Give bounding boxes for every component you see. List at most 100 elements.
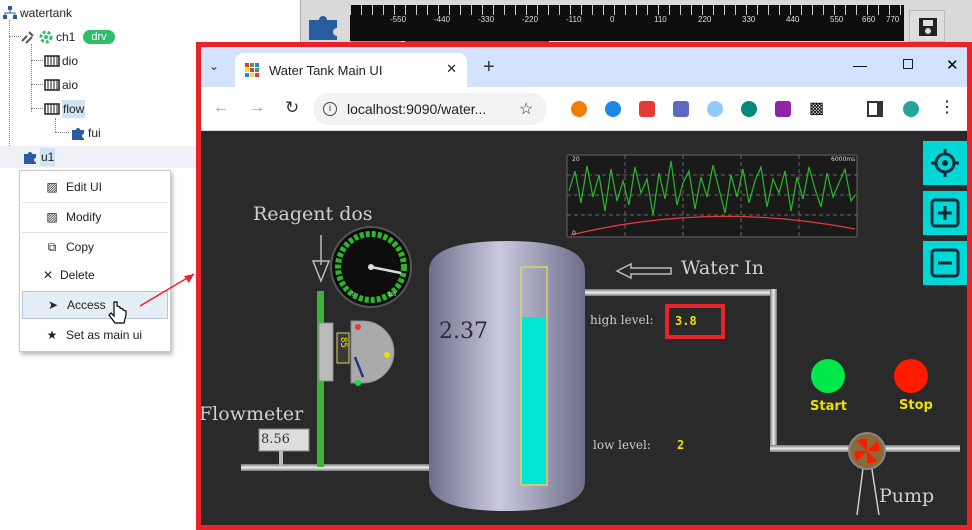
window-close-icon[interactable]: ✕	[946, 56, 959, 74]
ruler-ticks	[350, 5, 904, 15]
tank-value: 2.37	[439, 319, 488, 344]
flowmeter-pipe	[241, 464, 441, 471]
reagent-label: Reagent dos	[253, 203, 373, 225]
tree-node-dio[interactable]: dio	[44, 50, 78, 72]
extension-icon[interactable]	[775, 101, 791, 117]
ruler-label: 220	[698, 15, 712, 24]
hierarchy-icon	[2, 5, 18, 21]
extension-icon[interactable]	[571, 101, 587, 117]
ruler-label: 660	[862, 15, 876, 24]
ruler: -550 -440 -330 -220 -110 0 110 220 330 4…	[350, 5, 904, 41]
extension-icon[interactable]	[639, 101, 655, 117]
puzzle-icon	[70, 125, 86, 141]
star-icon: ★	[46, 328, 58, 342]
tree-label: aio	[62, 78, 79, 92]
profile-avatar[interactable]	[903, 101, 919, 117]
tree-node-fui[interactable]: fui	[70, 122, 101, 144]
menu-item-modify[interactable]: ▨ Modify	[22, 203, 168, 231]
flowmeter-value: 8.56	[261, 432, 290, 447]
zoom-in-button[interactable]	[923, 191, 967, 235]
low-level-label: low level:	[593, 438, 651, 452]
tree-label: dio	[62, 54, 79, 68]
ruler-label: -220	[522, 15, 539, 24]
info-icon[interactable]: i	[323, 102, 337, 116]
valve-dial	[350, 320, 395, 384]
pointer-arrow-annotation	[139, 273, 195, 307]
link-icon	[20, 29, 36, 45]
tree-node-flow[interactable]: flow	[44, 98, 86, 120]
scada-canvas: 0 100 Reagent dos Water In Flowmeter 8.5…	[201, 131, 967, 525]
valve-led-green	[355, 380, 361, 386]
device-icon	[44, 77, 60, 93]
more-menu-icon[interactable]: ⋮	[939, 97, 955, 117]
extension-icon[interactable]	[605, 101, 621, 117]
locate-button[interactable]	[923, 141, 967, 185]
device-icon	[44, 101, 60, 117]
scada-diagram	[241, 154, 960, 516]
context-menu: ▨ Edit UI ▨ Modify ⧉ Copy ✕ Delete ➤ Acc…	[19, 170, 171, 352]
minimize-icon[interactable]: —	[853, 57, 867, 73]
tree-node-aio[interactable]: aio	[44, 74, 78, 96]
menu-item-edit-ui[interactable]: ▨ Edit UI	[22, 173, 168, 201]
menu-item-label: Delete	[60, 268, 95, 282]
gear-icon	[38, 29, 54, 45]
driver-badge: drv	[83, 30, 115, 44]
ruler-label: 770	[886, 15, 900, 24]
bookmark-star-icon[interactable]: ☆	[519, 99, 533, 119]
puzzle-icon	[22, 149, 38, 165]
flowmeter-label: Flowmeter	[201, 403, 304, 425]
zoom-out-button[interactable]	[923, 241, 967, 285]
puzzle-icon: ▨	[46, 180, 58, 194]
inlet-pipe-vertical	[770, 289, 777, 449]
tree-node-ch1[interactable]: ch1 drv	[20, 26, 115, 48]
close-icon: ✕	[42, 268, 54, 282]
new-tab-icon[interactable]: +	[483, 56, 495, 79]
ruler-label: -330	[478, 15, 495, 24]
back-icon[interactable]: ←	[213, 99, 229, 117]
ruler-label: 440	[786, 15, 800, 24]
tree-label: flow	[62, 100, 86, 118]
menu-item-copy[interactable]: ⧉ Copy	[22, 233, 168, 261]
url-text: localhost:9090/water...	[347, 101, 487, 117]
ruler-label: -110	[566, 15, 582, 24]
left-arrow-icon	[615, 262, 672, 280]
ruler-label: -550	[390, 15, 407, 24]
tab-search-icon[interactable]: ⌄	[209, 59, 219, 73]
tab-bar: ⌄ Water Tank Main UI ✕ + — ✕	[201, 47, 967, 87]
trend-ymin-label: 0	[572, 230, 576, 237]
tree-node-watertank[interactable]: watertank	[2, 2, 72, 24]
extension-icon[interactable]	[673, 101, 689, 117]
tree-connector	[31, 60, 43, 61]
ruler-label: 0	[610, 15, 615, 24]
gauge-tick: 100	[388, 292, 397, 298]
save-button[interactable]	[909, 10, 945, 42]
menu-item-set-main-ui[interactable]: ★ Set as main ui	[22, 321, 168, 349]
extensions-puzzle-icon[interactable]: ▩	[809, 98, 824, 118]
start-button[interactable]	[811, 359, 845, 393]
tab-close-icon[interactable]: ✕	[446, 61, 457, 77]
tree-connector	[9, 20, 10, 150]
maximize-icon[interactable]	[903, 59, 913, 69]
tab-water-tank[interactable]: Water Tank Main UI ✕	[235, 53, 467, 87]
extension-icon[interactable]	[707, 101, 723, 117]
water-tank	[429, 241, 585, 511]
address-bar[interactable]: i localhost:9090/water...	[313, 93, 547, 125]
high-level-label: high level:	[590, 313, 654, 327]
forward-icon[interactable]: →	[249, 99, 265, 117]
tree-label: u1	[40, 148, 56, 166]
tank-level-fill	[522, 317, 546, 484]
extension-icon[interactable]	[741, 101, 757, 117]
side-panel-icon[interactable]	[867, 101, 883, 117]
down-arrow-icon	[311, 235, 331, 284]
valve-body	[318, 322, 334, 382]
stop-label: Stop	[899, 398, 933, 413]
tab-title: Water Tank Main UI	[269, 62, 383, 78]
ruler-label: 550	[830, 15, 844, 24]
menu-item-label: Set as main ui	[66, 328, 143, 342]
menu-item-label: Modify	[66, 210, 102, 224]
puzzle-icon: ▨	[46, 210, 58, 224]
stop-button[interactable]	[894, 359, 928, 393]
dosing-value: 85	[338, 337, 348, 348]
reload-icon[interactable]: ↻	[285, 98, 299, 118]
water-in-label: Water In	[681, 257, 764, 279]
